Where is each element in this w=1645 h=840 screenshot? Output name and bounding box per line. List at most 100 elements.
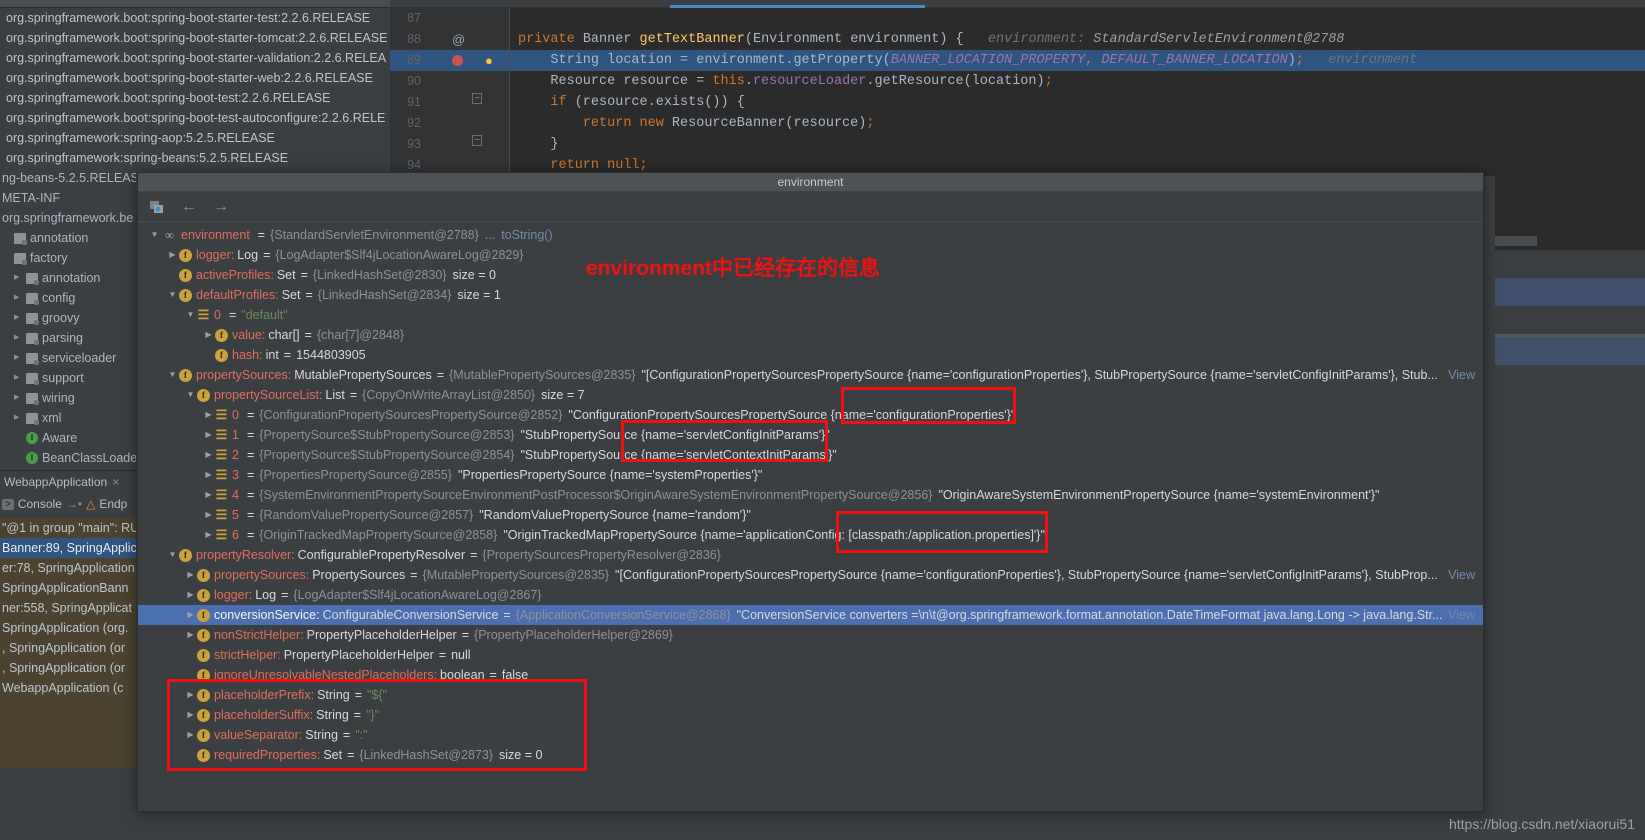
tree-row[interactable]: f hash: int = 1544803905 bbox=[138, 345, 1483, 365]
expand-chevron-icon[interactable]: ▶ bbox=[202, 325, 215, 345]
tree-row[interactable]: ▶ ☰ 5 = {RandomValuePropertySource@2857} "Ran… bbox=[138, 505, 1483, 525]
endpoints-tab-label[interactable]: Endp bbox=[99, 497, 127, 511]
frames-list[interactable]: "@1 in group "main": RU Banner:89, Sprin… bbox=[0, 518, 136, 768]
dependency-row[interactable]: org.springframework:spring-aop:5.2.5.REL… bbox=[0, 128, 390, 148]
breakpoint-icon[interactable] bbox=[452, 55, 463, 66]
expand-chevron-icon[interactable]: ▶ bbox=[184, 585, 197, 605]
close-icon[interactable]: × bbox=[112, 475, 119, 489]
project-tree-item[interactable]: ▶ wiring bbox=[0, 388, 136, 408]
project-tree-item[interactable]: ng-beans-5.2.5.RELEASE bbox=[0, 168, 136, 188]
expand-chevron-icon[interactable]: ▶ bbox=[14, 388, 22, 408]
expand-chevron-icon[interactable]: ▶ bbox=[14, 348, 22, 368]
expand-chevron-icon[interactable]: ▶ bbox=[184, 625, 197, 645]
dialog-toolbar[interactable]: ← → bbox=[138, 192, 1483, 222]
expand-chevron-icon[interactable]: ▶ bbox=[14, 288, 22, 308]
inspect-icon[interactable] bbox=[148, 198, 166, 216]
project-tree-item[interactable]: I Aware bbox=[0, 428, 136, 448]
tostring-link[interactable]: toString() bbox=[501, 225, 552, 245]
variables-tree[interactable]: ▼ ∞ environment = {StandardServletEnvironmen… bbox=[138, 222, 1483, 810]
run-toolbar[interactable]: > Console →• △ Endp bbox=[0, 493, 136, 515]
expand-chevron-icon[interactable]: ▶ bbox=[184, 605, 197, 625]
dependency-row[interactable]: org.springframework.boot:spring-boot-sta… bbox=[0, 28, 390, 48]
project-tree-item[interactable]: ▶ xml bbox=[0, 408, 136, 428]
tree-row[interactable]: ▶ ☰ 0 = {ConfigurationPropertySourcesPropert… bbox=[138, 405, 1483, 425]
dependency-row[interactable]: org.springframework.boot:spring-boot-sta… bbox=[0, 68, 390, 88]
view-link[interactable]: View bbox=[1448, 605, 1475, 625]
tree-row[interactable]: ▼ ∞ environment = {StandardServletEnvironmen… bbox=[138, 225, 1483, 245]
project-tree-item[interactable]: ▶ serviceloader bbox=[0, 348, 136, 368]
expand-chevron-icon[interactable]: ▶ bbox=[202, 465, 215, 485]
code-editor[interactable]: 87 88 @89 ● 90 91 − 92 93 − 94 private Banner getT… bbox=[390, 0, 1645, 176]
tree-row[interactable]: f requiredProperties: Set = {LinkedHashSet@2… bbox=[138, 745, 1483, 765]
tree-row[interactable]: ▶ ☰ 6 = {OriginTrackedMapPropertySource@2858… bbox=[138, 525, 1483, 545]
dependency-row[interactable]: org.springframework.boot:spring-boot-sta… bbox=[0, 48, 390, 68]
view-link[interactable]: View bbox=[1448, 365, 1475, 385]
project-tree-item[interactable]: ▶ annotation bbox=[0, 268, 136, 288]
tree-row[interactable]: ▶ f placeholderSuffix: String = "}" bbox=[138, 705, 1483, 725]
console-tab-label[interactable]: Console bbox=[18, 497, 62, 511]
fold-marker-icon[interactable]: − bbox=[472, 93, 482, 104]
expand-chevron-icon[interactable]: ▶ bbox=[14, 308, 22, 328]
stack-frame-row[interactable]: , SpringApplication (or bbox=[0, 638, 136, 658]
intention-bulb-icon[interactable]: ● bbox=[485, 50, 493, 71]
tree-row[interactable]: f strictHelper: PropertyPlaceholderHelper =… bbox=[138, 645, 1483, 665]
dependency-row[interactable]: org.springframework.boot:spring-boot-tes… bbox=[0, 88, 390, 108]
stack-frame-row[interactable]: er:78, SpringApplication bbox=[0, 558, 136, 578]
expand-chevron-icon[interactable]: ▶ bbox=[184, 685, 197, 705]
expand-chevron-icon[interactable]: ▶ bbox=[14, 328, 22, 348]
collapse-chevron-icon[interactable]: ▼ bbox=[166, 545, 179, 565]
run-tool-window-tab[interactable]: WebappApplication × bbox=[0, 470, 136, 492]
expand-chevron-icon[interactable]: ▶ bbox=[184, 725, 197, 745]
dependency-row[interactable]: org.springframework:spring-beans:5.2.5.R… bbox=[0, 148, 390, 168]
gutter-line[interactable]: 93 − bbox=[390, 134, 509, 155]
tree-row[interactable]: f ignoreUnresolvableNestedPlaceholders: bo… bbox=[138, 665, 1483, 685]
stack-frame-row[interactable]: SpringApplication (org. bbox=[0, 618, 136, 638]
expand-chevron-icon[interactable]: ▶ bbox=[184, 705, 197, 725]
expand-chevron-icon[interactable]: ▶ bbox=[202, 485, 215, 505]
project-tree-item[interactable]: ▶ groovy bbox=[0, 308, 136, 328]
dependency-list[interactable]: org.springframework.boot:spring-boot-sta… bbox=[0, 0, 390, 168]
tree-row[interactable]: ▶ ☰ 4 = {SystemEnvironmentPropertySourceEnvi… bbox=[138, 485, 1483, 505]
tree-row[interactable]: ▶ f propertySources: PropertySources = {Mutab… bbox=[138, 565, 1483, 585]
collapse-chevron-icon[interactable]: ▼ bbox=[184, 305, 197, 325]
expand-chevron-icon[interactable]: ▶ bbox=[202, 425, 215, 445]
expand-chevron-icon[interactable]: ▶ bbox=[202, 405, 215, 425]
tree-row[interactable]: ▶ f placeholderPrefix: String = "${" bbox=[138, 685, 1483, 705]
tree-row[interactable]: ▶ f nonStrictHelper: PropertyPlaceholderHel… bbox=[138, 625, 1483, 645]
expand-chevron-icon[interactable]: ▶ bbox=[14, 368, 22, 388]
expand-chevron-icon[interactable]: ▶ bbox=[202, 505, 215, 525]
project-tree-item[interactable]: ▶ support bbox=[0, 368, 136, 388]
project-tree-item[interactable]: ▶ parsing bbox=[0, 328, 136, 348]
project-tree-item[interactable]: I BeanClassLoaderA bbox=[0, 448, 136, 468]
editor-code-area[interactable]: private Banner getTextBanner(Environment… bbox=[510, 8, 1645, 176]
tree-row[interactable]: ▼ f defaultProfiles: Set = {LinkedHashSet@283… bbox=[138, 285, 1483, 305]
gutter-line[interactable]: 89 ● bbox=[390, 50, 509, 71]
fold-marker-icon[interactable]: − bbox=[472, 135, 482, 146]
editor-gutter[interactable]: 87 88 @89 ● 90 91 − 92 93 − 94 bbox=[390, 8, 510, 176]
back-icon[interactable]: ← bbox=[180, 198, 198, 216]
gutter-line[interactable]: 87 bbox=[390, 8, 509, 29]
tree-row[interactable]: ▼ f propertySourceList: List = {CopyOnWriteAr… bbox=[138, 385, 1483, 405]
expand-chevron-icon[interactable]: ▶ bbox=[14, 408, 22, 428]
annotation-marker-icon[interactable]: @ bbox=[452, 29, 465, 50]
expand-chevron-icon[interactable]: ▶ bbox=[184, 565, 197, 585]
collapse-chevron-icon[interactable]: ▼ bbox=[166, 285, 179, 305]
stack-frame-row[interactable]: Banner:89, SpringApplica bbox=[0, 538, 136, 558]
gutter-line[interactable]: 90 bbox=[390, 71, 509, 92]
tree-row[interactable]: ▼ ☰ 0 = "default" bbox=[138, 305, 1483, 325]
project-tree-item[interactable]: annotation bbox=[0, 228, 136, 248]
expand-chevron-icon[interactable]: ▶ bbox=[202, 445, 215, 465]
dependency-row[interactable]: org.springframework.boot:spring-boot-sta… bbox=[0, 8, 390, 28]
dependency-row[interactable]: org.springframework.boot:spring-boot-tes… bbox=[0, 108, 390, 128]
collapse-chevron-icon[interactable]: ▼ bbox=[148, 225, 161, 245]
collapse-chevron-icon[interactable]: ▼ bbox=[184, 385, 197, 405]
tree-row[interactable]: ▼ f propertySources: MutablePropertySources… bbox=[138, 365, 1483, 385]
project-tree-item[interactable]: META-INF bbox=[0, 188, 136, 208]
tree-row[interactable]: ▼ f propertyResolver: ConfigurablePropertyR… bbox=[138, 545, 1483, 565]
stack-frame-row[interactable]: , SpringApplication (or bbox=[0, 658, 136, 678]
stack-frame-row[interactable]: SpringApplicationBann bbox=[0, 578, 136, 598]
tree-row[interactable]: ▶ ☰ 3 = {PropertiesPropertySource@2855} "Prop… bbox=[138, 465, 1483, 485]
expand-chevron-icon[interactable]: ▶ bbox=[202, 525, 215, 545]
project-tree-item[interactable]: factory bbox=[0, 248, 136, 268]
gutter-line[interactable]: 91 − bbox=[390, 92, 509, 113]
